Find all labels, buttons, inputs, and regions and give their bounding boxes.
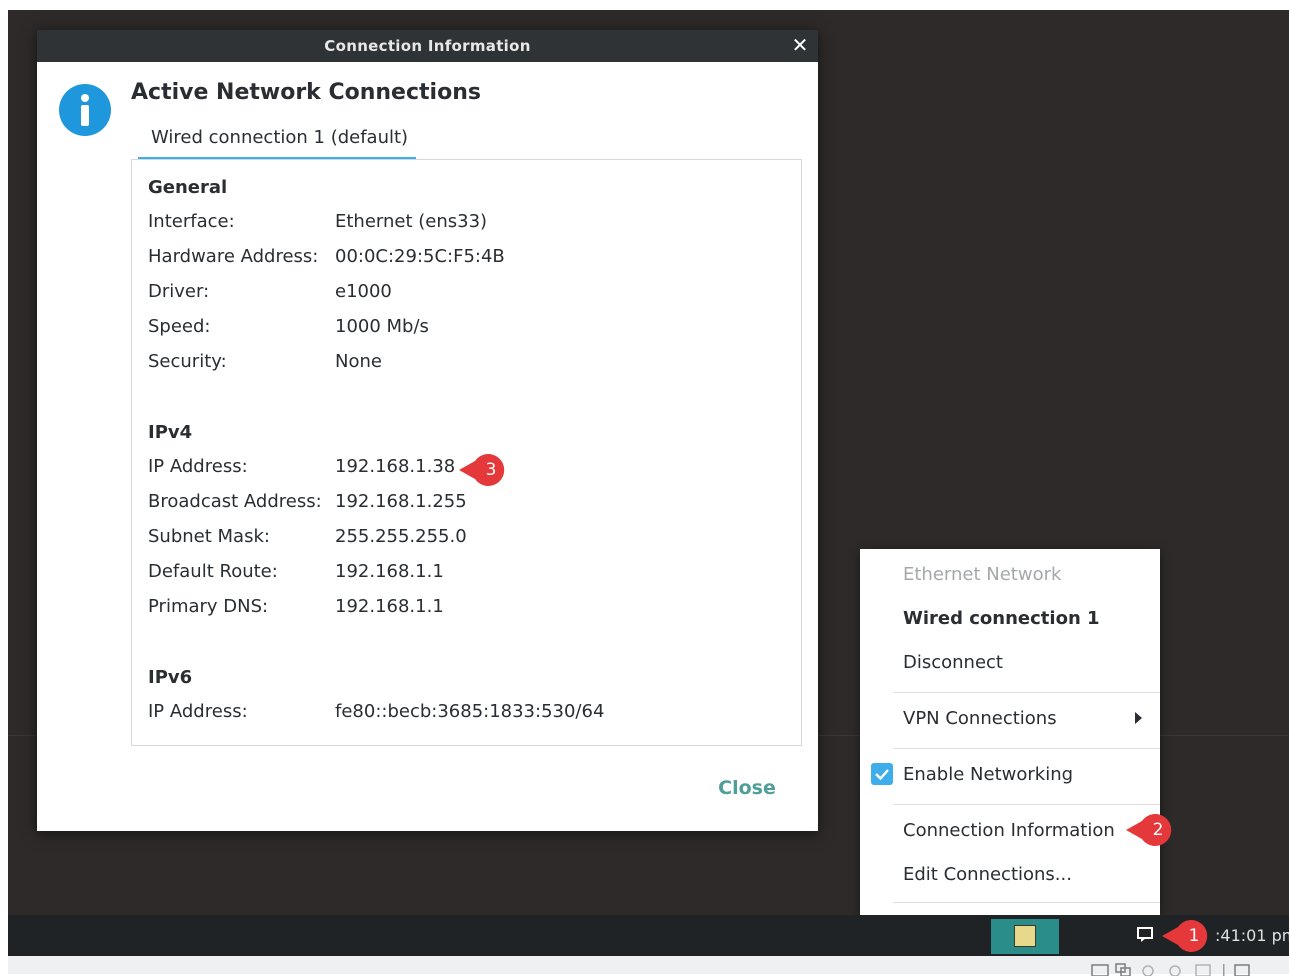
- tab-label: Wired connection 1 (default): [151, 127, 409, 148]
- detail-label: Hardware Address:: [148, 246, 319, 267]
- callout-2: 2: [1124, 812, 1180, 848]
- taskbar-app-button[interactable]: [991, 919, 1059, 954]
- detail-row: Broadcast Address: 192.168.1.255: [148, 491, 788, 517]
- info-icon: [59, 84, 111, 136]
- menu-separator: [893, 902, 1160, 903]
- detail-row: Security: None: [148, 351, 788, 377]
- detail-row: IP Address: fe80::becb:3685:1833:530/64: [148, 701, 788, 727]
- detail-value: 192.168.1.255: [335, 491, 467, 512]
- detail-label: Security:: [148, 351, 227, 372]
- callout-1: 1: [1160, 918, 1216, 954]
- detail-label: Primary DNS:: [148, 596, 269, 617]
- menu-separator: [893, 804, 1160, 805]
- callout-number: 2: [1152, 820, 1164, 840]
- dialog-titlebar[interactable]: Connection Information ✕: [37, 30, 818, 62]
- callout-3: 3: [457, 452, 513, 488]
- menu-item-edit-connections[interactable]: Edit Connections...: [903, 864, 1072, 885]
- taskbar-clock[interactable]: :41:01 pm: [1215, 926, 1289, 945]
- connection-information-dialog: Connection Information ✕ Active Network …: [37, 30, 818, 831]
- section-ipv4-title: IPv4: [148, 422, 193, 443]
- checkbox-checked-icon[interactable]: [871, 763, 893, 785]
- tab-wired-connection-1[interactable]: Wired connection 1 (default): [138, 125, 416, 160]
- detail-label: Broadcast Address:: [148, 491, 322, 512]
- close-icon[interactable]: ✕: [790, 34, 810, 56]
- detail-value: 192.168.1.38: [335, 456, 456, 477]
- detail-row: Speed: 1000 Mb/s: [148, 316, 788, 342]
- detail-value: e1000: [335, 281, 392, 302]
- menu-item-disconnect[interactable]: Disconnect: [903, 652, 1003, 673]
- detail-label: Interface:: [148, 211, 235, 232]
- detail-label: Driver:: [148, 281, 210, 302]
- detail-value: 192.168.1.1: [335, 561, 444, 582]
- status-bar-icons: [1090, 961, 1270, 977]
- menu-header-ethernet-network: Ethernet Network: [903, 564, 1062, 585]
- detail-row: Interface: Ethernet (ens33): [148, 211, 788, 237]
- detail-row: Hardware Address: 00:0C:29:5C:F5:4B: [148, 246, 788, 272]
- menu-separator: [893, 692, 1160, 693]
- detail-value: 1000 Mb/s: [335, 316, 429, 337]
- network-tray-icon[interactable]: [1136, 926, 1156, 944]
- page-title: Active Network Connections: [131, 80, 481, 105]
- app-icon: [1014, 925, 1036, 947]
- detail-value: None: [335, 351, 382, 372]
- detail-label: Default Route:: [148, 561, 278, 582]
- detail-value: 192.168.1.1: [335, 596, 444, 617]
- detail-row: Default Route: 192.168.1.1: [148, 561, 788, 587]
- callout-number: 3: [485, 460, 497, 480]
- dialog-title: Connection Information: [324, 37, 531, 55]
- section-ipv6-title: IPv6: [148, 667, 193, 688]
- detail-row: Subnet Mask: 255.255.255.0: [148, 526, 788, 552]
- menu-item-wired-connection-1[interactable]: Wired connection 1: [903, 608, 1100, 629]
- detail-value: 255.255.255.0: [335, 526, 467, 547]
- detail-value: fe80::becb:3685:1833:530/64: [335, 701, 605, 722]
- detail-label: IP Address:: [148, 701, 248, 722]
- close-button[interactable]: Close: [707, 773, 787, 803]
- menu-item-enable-networking[interactable]: Enable Networking: [903, 764, 1073, 785]
- detail-label: Speed:: [148, 316, 211, 337]
- submenu-arrow-icon: [1135, 712, 1142, 724]
- detail-label: IP Address:: [148, 456, 248, 477]
- detail-value: Ethernet (ens33): [335, 211, 488, 232]
- detail-value: 00:0C:29:5C:F5:4B: [335, 246, 505, 267]
- detail-label: Subnet Mask:: [148, 526, 270, 547]
- taskbar: [8, 915, 1289, 956]
- menu-item-connection-information[interactable]: Connection Information: [903, 820, 1115, 841]
- menu-separator: [893, 748, 1160, 749]
- detail-row: Driver: e1000: [148, 281, 788, 307]
- detail-row: Primary DNS: 192.168.1.1: [148, 596, 788, 622]
- callout-number: 1: [1188, 926, 1200, 946]
- menu-item-vpn-connections[interactable]: VPN Connections: [903, 708, 1057, 729]
- section-general-title: General: [148, 177, 228, 198]
- network-context-menu: Ethernet Network Wired connection 1 Disc…: [860, 549, 1160, 915]
